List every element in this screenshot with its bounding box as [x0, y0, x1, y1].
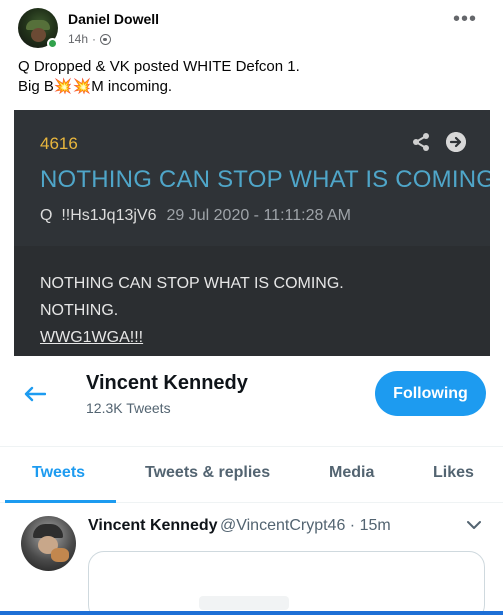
globe-icon[interactable] [100, 33, 112, 45]
tweet-avatar[interactable] [21, 516, 76, 571]
post-text-line: Q Dropped & VK posted WHITE Defcon 1. [18, 58, 300, 75]
q-post-date: 29 Jul 2020 - 11:11:28 AM [166, 207, 351, 224]
meta-separator: · [92, 32, 97, 46]
facebook-post: Daniel Dowell 14h · ••• Q Dropped & VK p… [0, 0, 503, 106]
card-placeholder [199, 596, 289, 610]
tweet-media-card[interactable] [88, 551, 485, 615]
collision-emoji: 💥 [72, 78, 92, 95]
q-post-body: NOTHING CAN STOP WHAT IS COMING. NOTHING… [40, 270, 344, 351]
more-options-icon[interactable]: ••• [453, 9, 477, 29]
tweet-handle-line: @VincentCrypt46 · 15m [220, 517, 391, 535]
chevron-down-icon[interactable] [467, 520, 481, 530]
q-body-line: WWG1WGA!!! [40, 329, 144, 346]
share-icon [413, 133, 429, 151]
q-post-number: 4616 [40, 134, 78, 153]
twitter-profile-image: Vincent Kennedy 12.3K Tweets Following T… [0, 358, 503, 615]
post-author-name[interactable]: Daniel Dowell [68, 11, 159, 27]
q-post-author: Q !!Hs1Jq13jV6 [40, 207, 157, 224]
tab-tweets-and-replies[interactable]: Tweets & replies [145, 464, 270, 482]
tab-media[interactable]: Media [329, 464, 374, 482]
tab-tweets[interactable]: Tweets [32, 464, 85, 482]
q-post-author-line: Q !!Hs1Jq13jV6 29 Jul 2020 - 11:11:28 AM [40, 207, 351, 225]
collision-emoji: 💥 [53, 78, 73, 95]
online-status-dot [47, 38, 58, 49]
tweet-separator: · [349, 517, 356, 534]
back-arrow-icon[interactable] [24, 386, 46, 402]
tweet-count: 12.3K Tweets [86, 400, 171, 416]
tweet-time[interactable]: 15m [360, 517, 391, 534]
post-meta: 14h · [68, 32, 112, 46]
profile-name: Vincent Kennedy [86, 372, 248, 394]
q-post-header: 4616 NOTHING CAN STOP WHAT IS COMING Q !… [14, 110, 490, 246]
q-post-image[interactable]: 4616 NOTHING CAN STOP WHAT IS COMING Q !… [14, 110, 490, 356]
post-text: Q Dropped & VK posted WHITE Defcon 1. Bi… [18, 57, 300, 97]
tweet-author-name[interactable]: Vincent Kennedy [88, 517, 218, 535]
q-body-line: NOTHING. [40, 302, 119, 319]
following-button[interactable]: Following [375, 371, 486, 416]
arrow-right-circle-icon [446, 132, 466, 152]
active-tab-indicator [5, 500, 116, 503]
tweet-handle[interactable]: @VincentCrypt46 [220, 517, 345, 534]
q-post-title: NOTHING CAN STOP WHAT IS COMING [40, 166, 490, 193]
bottom-border [0, 611, 503, 615]
tab-likes[interactable]: Likes [433, 464, 474, 482]
post-timestamp[interactable]: 14h [68, 32, 88, 46]
post-text-line: Big B💥💥M incoming. [18, 78, 173, 95]
profile-tabs: Tweets Tweets & replies Media Likes [0, 446, 503, 503]
q-body-line: NOTHING CAN STOP WHAT IS COMING. [40, 275, 344, 292]
